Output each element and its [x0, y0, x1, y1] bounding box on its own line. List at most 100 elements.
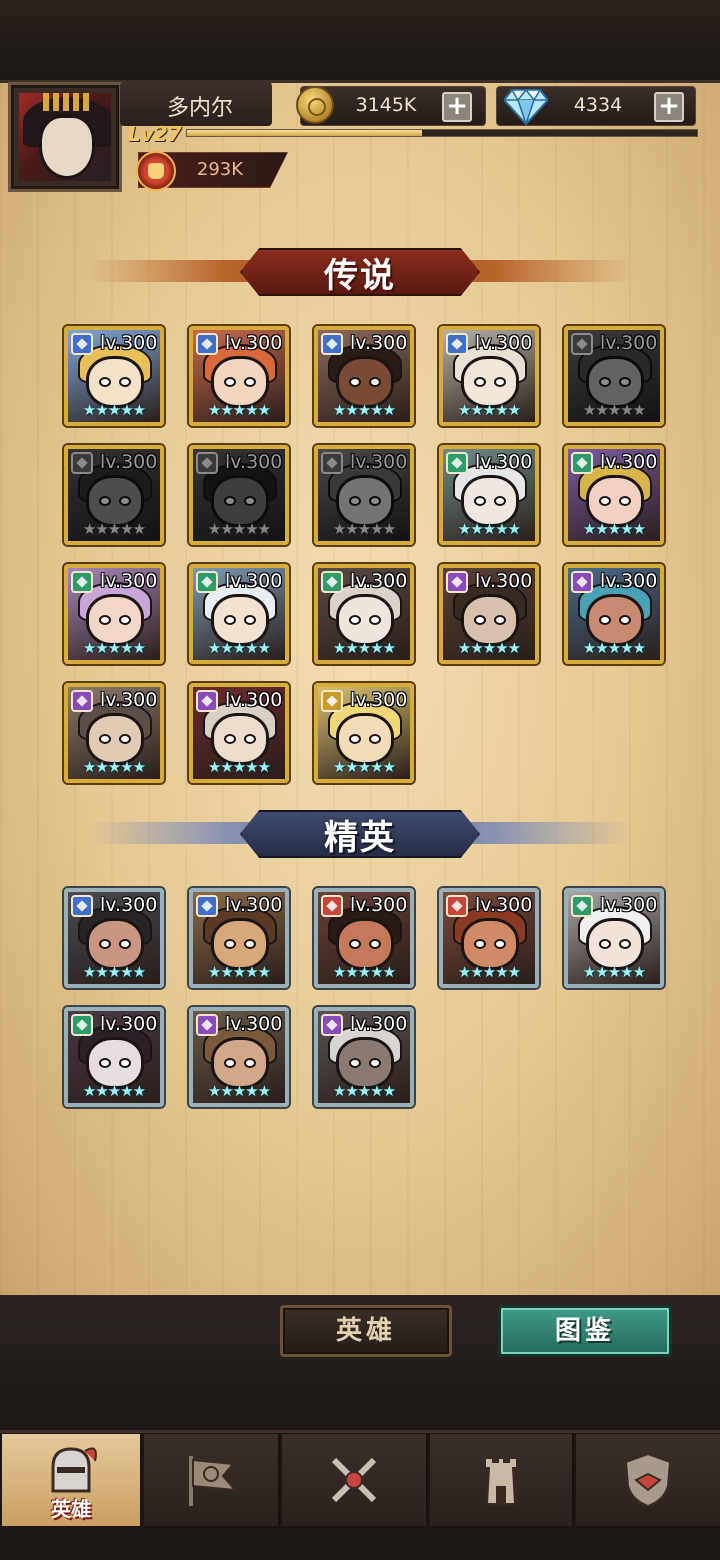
hero-card[interactable]: lv.300 ★★★★★ [564, 326, 664, 426]
hero-card[interactable]: lv.300 ★★★★★ [564, 445, 664, 545]
avatar-portrait [19, 93, 111, 181]
hero-level: lv.300 [225, 894, 283, 916]
guild-emblem-icon [624, 1452, 672, 1508]
hero-card[interactable]: lv.300 ★★★★★ [189, 1007, 289, 1107]
add-gold-button[interactable]: + [442, 92, 472, 122]
top-strip [0, 0, 720, 80]
hero-level: lv.300 [475, 451, 533, 473]
hero-star-rating: ★★★★★ [82, 639, 146, 657]
hero-card[interactable]: lv.300 ★★★★★ [189, 326, 289, 426]
gem-value: 4334 [573, 94, 623, 116]
nav-flag[interactable] [144, 1434, 280, 1526]
nav-heroes[interactable]: 英雄 [2, 1434, 142, 1526]
hero-star-rating: ★★★★★ [457, 639, 521, 657]
hero-card[interactable]: lv.300 ★★★★★ [64, 326, 164, 426]
diamond-icon [504, 88, 548, 126]
hero-star-rating: ★★★★★ [82, 520, 146, 538]
player-level: Lv27 [128, 122, 182, 146]
player-name: 多内尔 [166, 96, 233, 121]
power-value: 293K [196, 159, 244, 180]
hero-level: lv.300 [350, 894, 408, 916]
nav-guild[interactable] [576, 1434, 720, 1526]
hero-card[interactable]: lv.300 ★★★★★ [439, 564, 539, 664]
hero-star-rating: ★★★★★ [82, 963, 146, 981]
xp-bar-fill [187, 130, 422, 136]
hero-star-rating: ★★★★★ [207, 520, 271, 538]
hero-card[interactable]: lv.300 ★★★★★ [314, 683, 414, 783]
hero-star-rating: ★★★★★ [207, 758, 271, 776]
codex-tab-button[interactable]: 图鉴 [498, 1305, 672, 1357]
hero-star-rating: ★★★★★ [82, 1082, 146, 1100]
hero-star-rating: ★★★★★ [82, 401, 146, 419]
hero-card[interactable]: lv.300 ★★★★★ [189, 564, 289, 664]
nav-battle[interactable] [282, 1434, 428, 1526]
hero-level: lv.300 [600, 332, 658, 354]
hero-level: lv.300 [225, 570, 283, 592]
add-gems-button[interactable]: + [654, 92, 684, 122]
hero-level: lv.300 [350, 689, 408, 711]
hero-level: lv.300 [100, 1013, 158, 1035]
hero-star-rating: ★★★★★ [332, 963, 396, 981]
hero-star-rating: ★★★★★ [582, 520, 646, 538]
nav-tower[interactable] [430, 1434, 574, 1526]
castle-tower-icon [484, 1457, 518, 1505]
hero-star-rating: ★★★★★ [207, 963, 271, 981]
hero-level: lv.300 [225, 332, 283, 354]
hero-star-rating: ★★★★★ [207, 1082, 271, 1100]
hero-card[interactable]: lv.300 ★★★★★ [314, 445, 414, 545]
hero-level: lv.300 [100, 689, 158, 711]
hero-card[interactable]: lv.300 ★★★★★ [189, 888, 289, 988]
hero-card[interactable]: lv.300 ★★★★★ [64, 445, 164, 545]
hero-star-rating: ★★★★★ [332, 1082, 396, 1100]
hero-card[interactable]: lv.300 ★★★★★ [314, 564, 414, 664]
hero-level: lv.300 [475, 332, 533, 354]
hero-star-rating: ★★★★★ [207, 639, 271, 657]
heroes-tab-button[interactable]: 英雄 [280, 1305, 452, 1357]
hero-star-rating: ★★★★★ [82, 758, 146, 776]
hero-card[interactable]: lv.300 ★★★★★ [64, 564, 164, 664]
hero-star-rating: ★★★★★ [582, 401, 646, 419]
player-avatar[interactable] [8, 82, 122, 192]
hero-card[interactable]: lv.300 ★★★★★ [64, 888, 164, 988]
hero-card[interactable]: lv.300 ★★★★★ [189, 683, 289, 783]
hero-star-rating: ★★★★★ [332, 401, 396, 419]
hero-star-rating: ★★★★★ [332, 758, 396, 776]
hero-level: lv.300 [100, 894, 158, 916]
knight-helmet-icon [51, 1447, 97, 1493]
crossed-swords-icon [331, 1457, 377, 1503]
gold-coin-icon [296, 86, 334, 124]
hero-level: lv.300 [225, 1013, 283, 1035]
hero-card[interactable]: lv.300 ★★★★★ [439, 326, 539, 426]
hero-card[interactable]: lv.300 ★★★★★ [314, 1007, 414, 1107]
hero-level: lv.300 [225, 689, 283, 711]
hero-card[interactable]: lv.300 ★★★★★ [439, 888, 539, 988]
hero-star-rating: ★★★★★ [582, 963, 646, 981]
elite-title: 精英 [324, 818, 396, 858]
hero-star-rating: ★★★★★ [457, 963, 521, 981]
hero-card[interactable]: lv.300 ★★★★★ [314, 888, 414, 988]
nav-heroes-label: 英雄 [51, 1497, 91, 1521]
hero-level: lv.300 [600, 570, 658, 592]
war-flag-icon [189, 1456, 238, 1506]
hero-star-rating: ★★★★★ [457, 401, 521, 419]
hero-card[interactable]: lv.300 ★★★★★ [189, 445, 289, 545]
hero-level: lv.300 [350, 1013, 408, 1035]
hero-card[interactable]: lv.300 ★★★★★ [64, 1007, 164, 1107]
hero-card[interactable]: lv.300 ★★★★★ [564, 564, 664, 664]
hero-level: lv.300 [350, 332, 408, 354]
legend-title: 传说 [324, 256, 396, 296]
hero-level: lv.300 [350, 570, 408, 592]
hero-card[interactable]: lv.300 ★★★★★ [314, 326, 414, 426]
hero-card[interactable]: lv.300 ★★★★★ [439, 445, 539, 545]
hero-level: lv.300 [225, 451, 283, 473]
hero-level: lv.300 [600, 894, 658, 916]
hero-card[interactable]: lv.300 ★★★★★ [64, 683, 164, 783]
hero-level: lv.300 [600, 451, 658, 473]
xp-bar [186, 129, 698, 137]
hero-card[interactable]: lv.300 ★★★★★ [564, 888, 664, 988]
gold-value: 3145K [355, 94, 417, 116]
hero-star-rating: ★★★★★ [582, 639, 646, 657]
hero-level: lv.300 [475, 570, 533, 592]
hero-star-rating: ★★★★★ [457, 520, 521, 538]
hero-star-rating: ★★★★★ [207, 401, 271, 419]
